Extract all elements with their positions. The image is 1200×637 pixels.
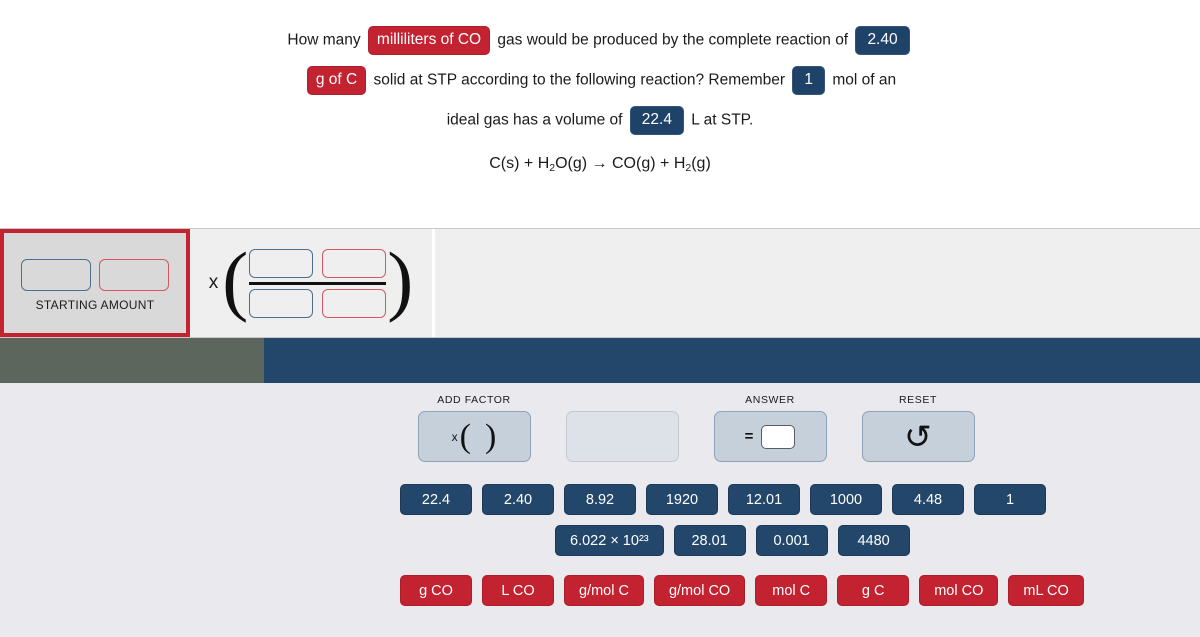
multiply-icon: x (208, 272, 219, 293)
reset-label: RESET (898, 394, 937, 406)
question-text-segment: gas would be produced by the complete re… (497, 31, 849, 49)
numeric-tile-6[interactable]: 4.48 (892, 484, 964, 515)
answer-input-box[interactable] (761, 424, 796, 449)
unit-tile-6[interactable]: mol CO (919, 575, 999, 606)
question-text-segment: solid at STP according to the following … (373, 71, 786, 89)
highlight-milliliters-of-co: milliliters of CO (367, 26, 491, 55)
question-text-segment: ideal gas has a volume of (446, 111, 623, 129)
equation-reactant-water: H2O(g) (537, 155, 588, 174)
toolbar-item-blank (548, 394, 696, 462)
question-area: How many milliliters of CO gas would be … (0, 0, 1200, 228)
highlight-quantity-240: 2.40 (855, 26, 910, 55)
question-line-1: How many milliliters of CO gas would be … (0, 26, 1200, 55)
answer-label: ANSWER (745, 394, 795, 406)
toolbar-item-answer: ANSWER = (696, 394, 844, 462)
numeric-tile-3[interactable]: 1920 (646, 484, 718, 515)
unit-tile-3[interactable]: g/mol CO (653, 575, 746, 606)
equation-product-hydrogen: H2(g) (673, 155, 711, 174)
tile-tray: ADD FACTOR x ( ) ANSWER = RESET ↺ 22.4 2… (0, 383, 1200, 637)
denominator-unit-slot[interactable] (322, 288, 387, 318)
unit-tile-1[interactable]: L CO (482, 575, 554, 606)
answer-button[interactable]: = (713, 411, 827, 462)
factor-group: x ( ) (208, 236, 414, 323)
starting-amount-slots (21, 258, 169, 291)
toolbar-item-reset: RESET ↺ (844, 394, 992, 462)
equation-plus: + (660, 155, 670, 172)
equation-reactant-carbon: C(s) (489, 155, 520, 172)
multiply-icon: x (451, 429, 458, 444)
unit-tile-0[interactable]: g CO (400, 575, 472, 606)
navy-progress-bar (264, 338, 1200, 383)
blank-button[interactable] (565, 411, 679, 462)
equals-icon: = (744, 428, 754, 445)
equation-product-carbon-monoxide: CO(g) (612, 155, 656, 172)
unit-tile-4[interactable]: mol C (755, 575, 828, 606)
numeric-tile-3[interactable]: 4480 (837, 525, 910, 556)
question-text-segment: mol of an (832, 71, 897, 89)
unit-tile-5[interactable]: g C (837, 575, 910, 606)
numeric-tile-5[interactable]: 1000 (810, 484, 882, 515)
starting-amount-panel[interactable]: STARTING AMOUNT (0, 229, 190, 337)
unit-tile-2[interactable]: g/mol C (564, 575, 644, 606)
fraction-numerator (249, 248, 387, 278)
toolbar-item-add-factor: ADD FACTOR x ( ) (400, 394, 548, 462)
numeric-tile-0[interactable]: 6.022 × 10²³ (555, 525, 664, 556)
tile-rows: 22.4 2.40 8.92 1920 12.01 1000 4.48 1 6.022 × 1… (0, 462, 1200, 606)
equation-arrow-icon: → (591, 155, 608, 172)
add-factor-button[interactable]: x ( ) (417, 411, 531, 462)
numeric-tile-row-2: 6.022 × 10²³ 28.01 0.001 4480 (400, 525, 1200, 556)
unit-tile-row: g CO L CO g/mol C g/mol CO mol C g C mol CO mL … (400, 575, 1200, 606)
toolbar: ADD FACTOR x ( ) ANSWER = RESET ↺ (0, 383, 1200, 462)
question-text-segment: L at STP. (691, 111, 754, 129)
reset-button[interactable]: ↺ (861, 411, 975, 462)
numeric-tile-row-1: 22.4 2.40 8.92 1920 12.01 1000 4.48 1 (400, 484, 1200, 515)
numeric-tile-7[interactable]: 1 (974, 484, 1046, 515)
numeric-tile-1[interactable]: 28.01 (673, 525, 746, 556)
fraction-denominator (249, 288, 387, 318)
work-area-divider (432, 229, 435, 337)
question-text-segment: How many (287, 31, 361, 49)
add-factor-label: ADD FACTOR (437, 394, 511, 406)
question-line-2: g of C solid at STP according to the fol… (0, 66, 1200, 95)
numeric-tile-4[interactable]: 12.01 (728, 484, 800, 515)
starting-amount-label: STARTING AMOUNT (35, 297, 155, 312)
numeric-tile-2[interactable]: 0.001 (755, 525, 828, 556)
olive-progress-bar (0, 338, 264, 383)
highlight-g-of-c: g of C (306, 66, 367, 95)
highlight-one-mol: 1 (792, 66, 826, 95)
undo-arrow-icon: ↺ (904, 418, 932, 455)
denominator-value-slot[interactable] (249, 288, 314, 318)
starting-amount-unit-slot[interactable] (99, 258, 169, 291)
numeric-tile-0[interactable]: 22.4 (400, 484, 472, 515)
chemical-equation: C(s) + H2O(g) → CO(g) + H2(g) (0, 155, 1200, 174)
open-paren-icon: ( (459, 417, 471, 455)
factor-fraction (249, 248, 387, 318)
numerator-value-slot[interactable] (249, 248, 314, 278)
numeric-tile-1[interactable]: 2.40 (482, 484, 554, 515)
highlight-molar-volume-224: 22.4 (629, 106, 684, 135)
numerator-unit-slot[interactable] (322, 248, 387, 278)
close-paren-icon: ) (485, 417, 497, 455)
work-area: STARTING AMOUNT x ( ) (0, 228, 1200, 338)
starting-amount-value-slot[interactable] (21, 258, 91, 291)
equation-plus: + (523, 155, 534, 172)
color-bars (0, 338, 1200, 383)
fraction-bar (249, 281, 387, 285)
numeric-tile-2[interactable]: 8.92 (564, 484, 636, 515)
unit-tile-7[interactable]: mL CO (1008, 575, 1084, 606)
question-line-3: ideal gas has a volume of 22.4 L at STP. (0, 106, 1200, 135)
